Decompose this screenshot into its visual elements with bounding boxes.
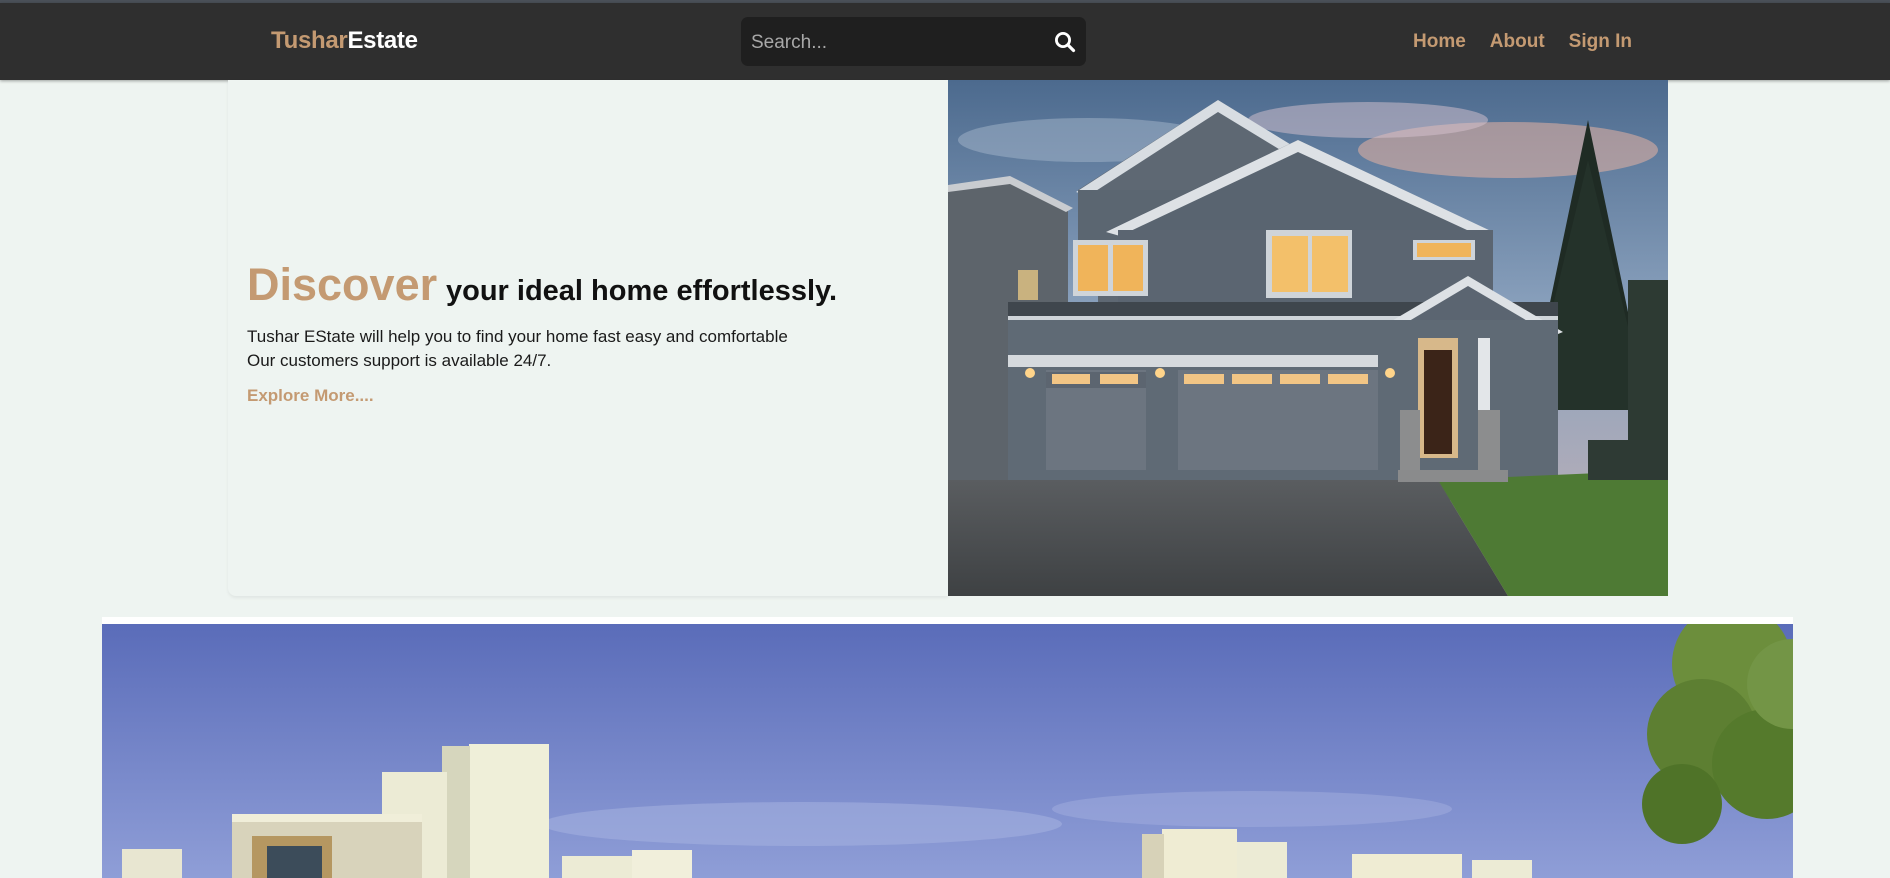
main-nav: Home About Sign In (1413, 31, 1632, 53)
nav-sign-in[interactable]: Sign In (1569, 31, 1632, 53)
site-logo[interactable]: TusharEstate (271, 27, 418, 55)
explore-more-link[interactable]: Explore More.... (247, 386, 374, 406)
headline-highlight: Discover (247, 259, 438, 310)
nav-about[interactable]: About (1490, 31, 1545, 53)
hero-house-image (948, 80, 1668, 596)
navbar: TusharEstate Home About Sign In (0, 3, 1890, 80)
banner-building-image (102, 624, 1793, 878)
featured-banner (102, 617, 1793, 878)
search-input[interactable] (749, 17, 1043, 68)
search-icon[interactable] (1052, 29, 1078, 55)
headline-rest: your ideal home effortlessly. (446, 275, 838, 307)
search-bar (741, 17, 1086, 68)
hero-headline: Discover your ideal home effortlessly. (247, 262, 847, 307)
logo-part-2: Estate (347, 27, 418, 54)
hero-text: Discover your ideal home effortlessly. T… (247, 262, 847, 406)
description-line-1: Tushar EState will help you to find your… (247, 327, 788, 346)
description-line-2: Our customers support is available 24/7. (247, 351, 552, 370)
hero-description: Tushar EState will help you to find your… (247, 325, 847, 373)
nav-home[interactable]: Home (1413, 31, 1466, 53)
logo-part-1: Tushar (271, 27, 348, 54)
